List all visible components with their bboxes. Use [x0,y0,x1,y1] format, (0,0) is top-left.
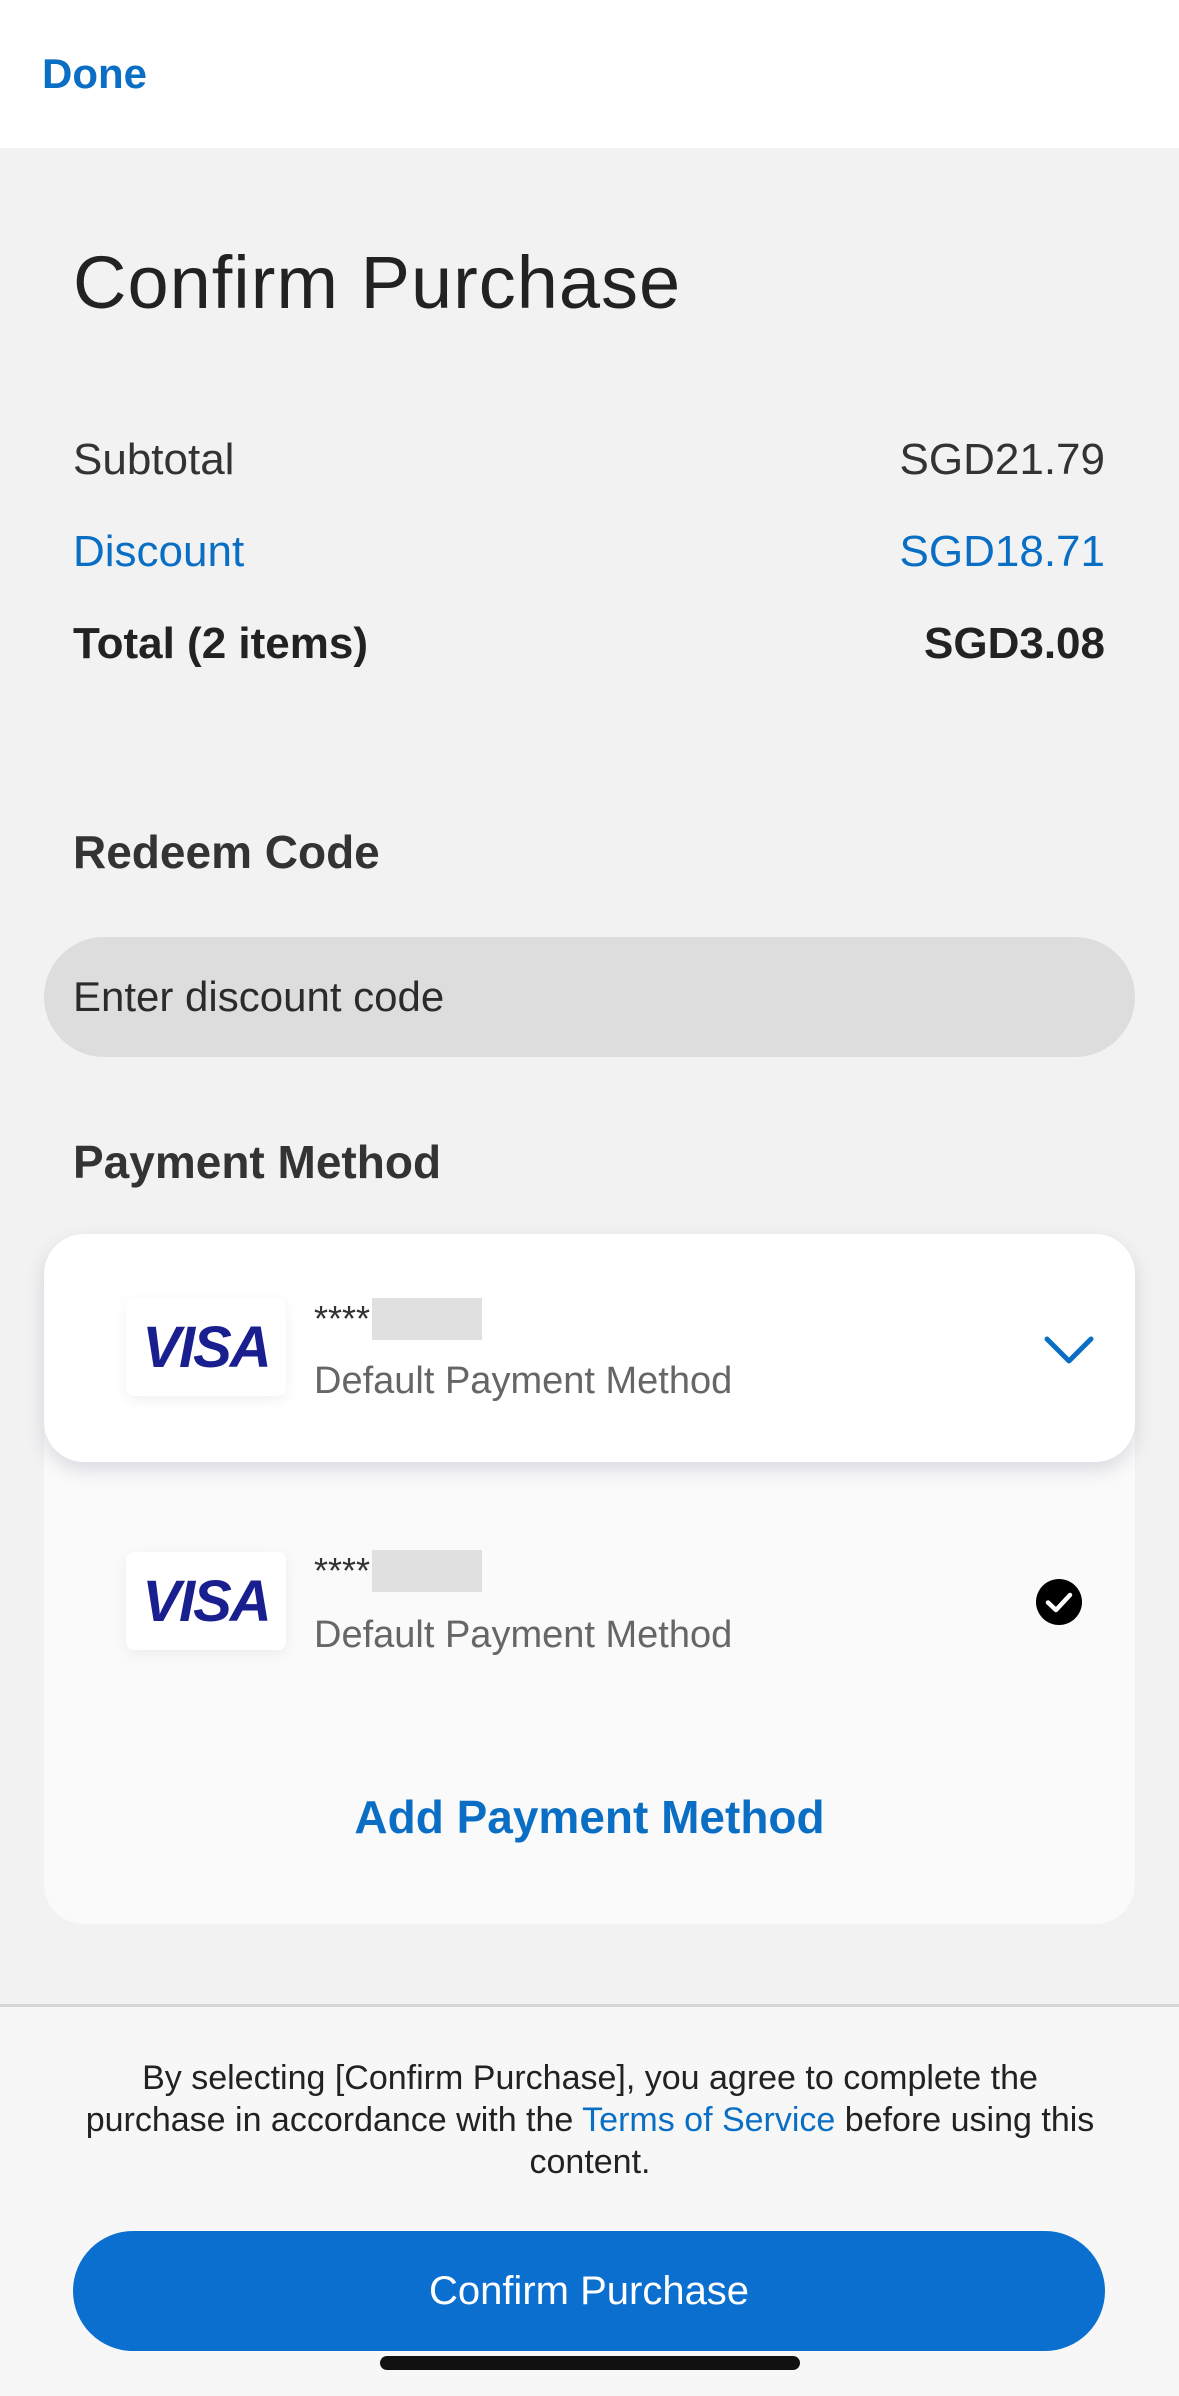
redacted-digits [372,1298,483,1340]
total-label: Total (2 items) [73,619,369,668]
visa-logo: VISA [126,1552,286,1650]
subtotal-row: Subtotal SGD21.79 [73,430,1105,490]
purchase-footer: By selecting [Confirm Purchase], you agr… [0,2004,1179,2396]
payment-option-visa[interactable]: VISA **** Default Payment Method [44,1490,1135,1710]
total-row: Total (2 items) SGD3.08 [73,614,1105,674]
card-number-mask: **** [314,1298,371,1339]
discount-code-input[interactable] [44,937,1135,1057]
discount-code-field [44,937,1135,1057]
legal-notice: By selecting [Confirm Purchase], you agr… [70,2057,1110,2183]
payment-method-heading: Payment Method [73,1136,442,1188]
home-indicator [380,2356,800,2370]
total-value: SGD3.08 [924,619,1105,668]
redeem-code-heading: Redeem Code [73,826,380,878]
visa-logo-text: VISA [142,1568,271,1634]
done-button[interactable]: Done [42,50,147,98]
visa-logo-text: VISA [142,1314,271,1380]
discount-label: Discount [73,527,245,576]
redacted-digits [372,1550,483,1592]
card-subtitle: Default Payment Method [314,1360,733,1402]
payment-method-selector[interactable]: VISA **** Default Payment Method [44,1234,1135,1462]
subtotal-value: SGD21.79 [899,435,1105,484]
add-payment-method-button[interactable]: Add Payment Method [44,1790,1135,1850]
terms-of-service-link[interactable]: Terms of Service [582,2101,835,2139]
card-number: **** [314,1550,483,1592]
discount-row: Discount SGD18.71 [73,522,1105,582]
card-number: **** [314,1298,483,1340]
visa-logo: VISA [126,1298,286,1396]
confirm-purchase-button[interactable]: Confirm Purchase [73,2231,1105,2351]
card-number-mask: **** [314,1550,371,1591]
subtotal-label: Subtotal [73,435,235,484]
discount-value: SGD18.71 [899,527,1105,576]
checkmark-circle-icon [1036,1579,1082,1625]
top-bar: Done [0,0,1179,148]
chevron-down-icon[interactable] [1041,1322,1097,1378]
page-title: Confirm Purchase [73,241,682,324]
card-subtitle: Default Payment Method [314,1614,733,1656]
